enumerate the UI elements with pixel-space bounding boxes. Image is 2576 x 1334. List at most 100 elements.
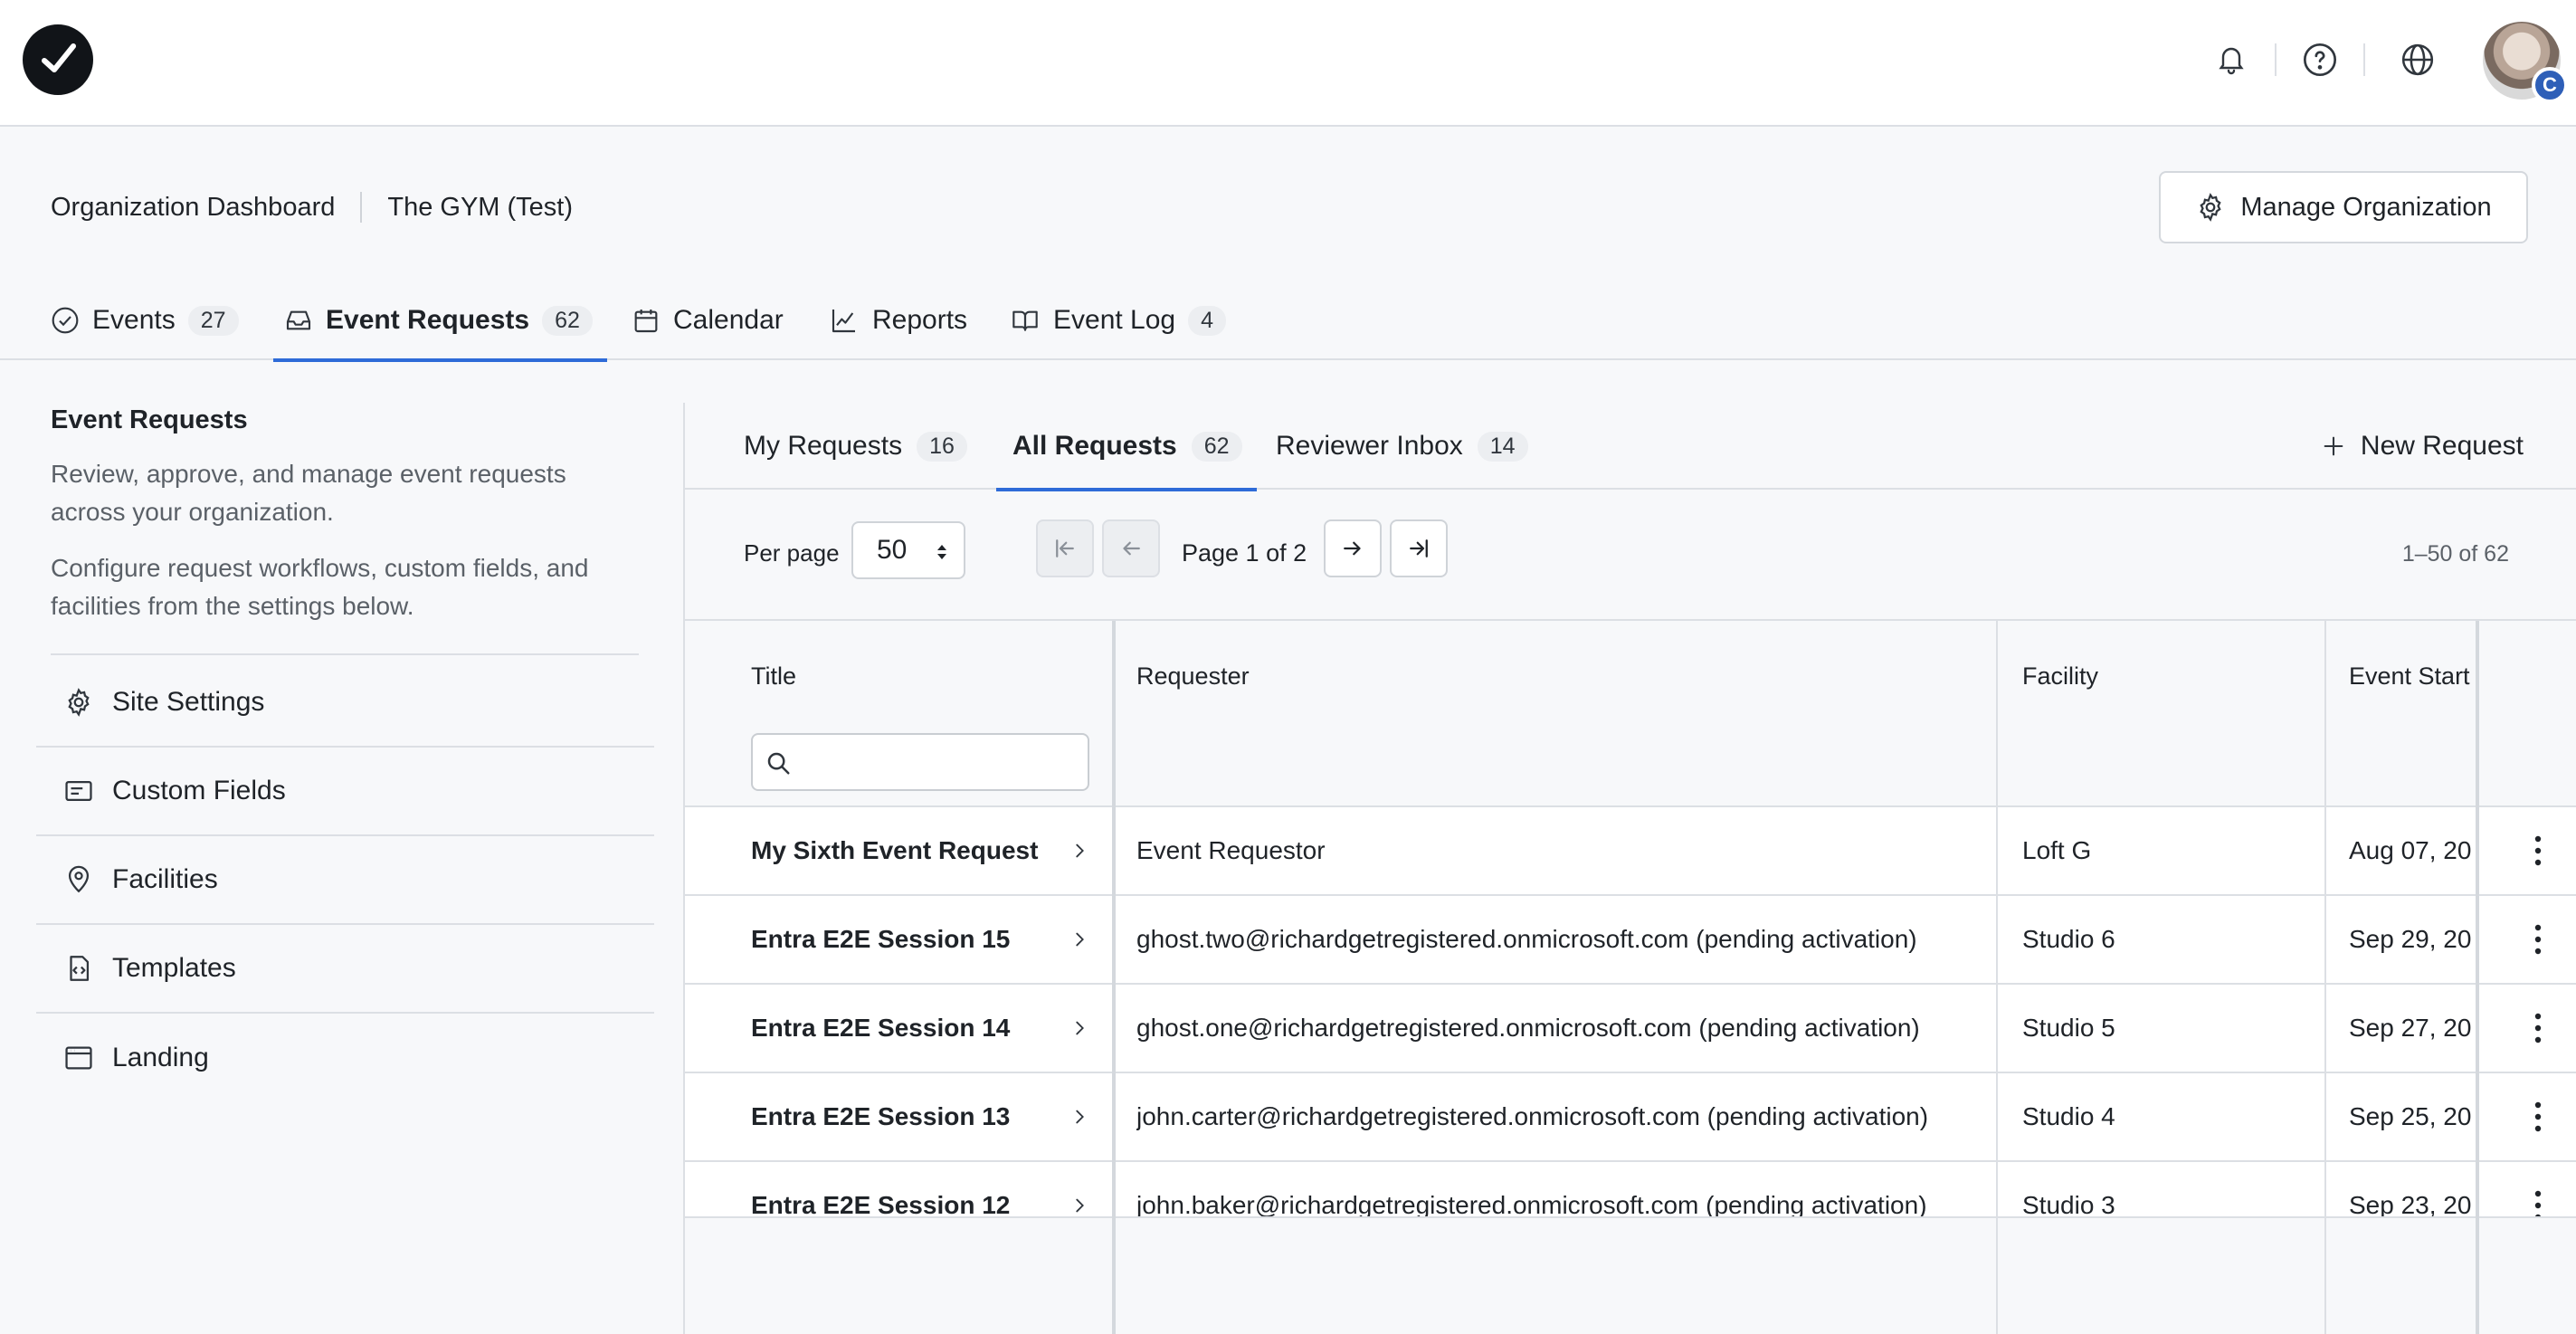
table-row[interactable]: Entra E2E Session 15 ghost.two@richardge… <box>685 896 2576 985</box>
requests-panel: My Requests 16 All Requests 62 Reviewer … <box>683 403 2576 1334</box>
tab-reports[interactable]: Reports <box>829 281 967 360</box>
arrow-right-icon <box>1344 541 1361 556</box>
more-vertical-icon[interactable] <box>2513 896 2563 983</box>
map-pin-icon <box>63 864 94 895</box>
tab-events[interactable]: Events 27 <box>51 281 239 360</box>
column-divider <box>1112 621 1116 1334</box>
count-badge: 62 <box>542 305 593 336</box>
tab-event-log[interactable]: Event Log 4 <box>1010 281 1227 360</box>
per-page-select[interactable]: 50 <box>851 521 965 579</box>
count-badge: 62 <box>1191 431 1242 462</box>
title-cell[interactable]: My Sixth Event Request <box>751 807 1089 894</box>
next-page-button[interactable] <box>1324 519 1382 577</box>
checkmark-logo-icon[interactable] <box>23 24 93 95</box>
bell-icon[interactable] <box>2211 40 2251 80</box>
table-row[interactable]: Entra E2E Session 14 ghost.one@richardge… <box>685 985 2576 1073</box>
more-vertical-icon[interactable] <box>2513 807 2563 894</box>
book-icon <box>1010 306 1041 335</box>
request-title: Entra E2E Session 15 <box>751 925 1011 953</box>
more-vertical-icon[interactable] <box>2513 1073 2563 1160</box>
table-row[interactable]: My Sixth Event Request Event Requestor L… <box>685 807 2576 896</box>
column-header-facility[interactable]: Facility <box>2022 662 2098 691</box>
left-panel-description: Review, approve, and manage event reques… <box>51 460 566 526</box>
tab-calendar[interactable]: Calendar <box>632 281 784 360</box>
tab-event-requests[interactable]: Event Requests 62 <box>273 281 607 362</box>
request-title: Entra E2E Session 13 <box>751 1102 1011 1130</box>
request-tabs: My Requests 16 All Requests 62 Reviewer … <box>685 403 2576 491</box>
browser-window-icon <box>63 1043 94 1073</box>
column-header-requester[interactable]: Requester <box>1136 662 1250 691</box>
tab-label: All Requests <box>1012 431 1177 461</box>
per-page-label: Per page <box>744 539 840 567</box>
help-circle-icon[interactable] <box>2300 40 2340 80</box>
event-start-cell: Aug 07, 20 <box>2349 836 2472 864</box>
avatar[interactable]: C <box>2483 22 2568 103</box>
count-badge: 27 <box>187 305 239 336</box>
request-title: My Sixth Event Request <box>751 836 1039 864</box>
sidebar-item-label: Landing <box>112 1043 209 1072</box>
chevron-right-icon <box>1069 929 1089 949</box>
new-request-label: New Request <box>2360 431 2524 461</box>
column-header-event-start[interactable]: Event Start <box>2349 662 2476 691</box>
column-header-title[interactable]: Title <box>751 662 796 691</box>
tab-label: Calendar <box>673 305 784 335</box>
title-cell[interactable]: Entra E2E Session 15 <box>751 896 1089 983</box>
facility-cell: Loft G <box>2022 836 2092 864</box>
requester-cell: ghost.two@richardgetregistered.onmicroso… <box>1136 925 1917 953</box>
sidebar-item-templates[interactable]: Templates <box>36 925 654 1014</box>
sidebar-item-landing[interactable]: Landing <box>36 1014 654 1102</box>
sidebar-item-facilities[interactable]: Facilities <box>36 836 654 925</box>
chevron-right-icon <box>1069 1196 1089 1215</box>
tab-label: Event Log <box>1053 305 1176 335</box>
left-panel-description-settings: Configure request workflows, custom fiel… <box>51 554 589 620</box>
tab-my-requests[interactable]: My Requests 16 <box>744 403 967 490</box>
arrow-left-icon <box>1123 541 1140 556</box>
file-code-icon <box>63 953 94 984</box>
sidebar-item-site-settings[interactable]: Site Settings <box>36 659 654 748</box>
globe-icon[interactable] <box>2398 40 2438 80</box>
request-title: Entra E2E Session 14 <box>751 1014 1011 1042</box>
table-row[interactable]: Entra E2E Session 13 john.carter@richard… <box>685 1073 2576 1162</box>
tab-label: Events <box>92 305 176 335</box>
per-page-value: 50 <box>877 535 908 565</box>
requester-cell: ghost.one@richardgetregistered.onmicroso… <box>1136 1014 1920 1042</box>
tab-reviewer-inbox[interactable]: Reviewer Inbox 14 <box>1276 403 1528 490</box>
count-badge: 4 <box>1188 305 1227 336</box>
first-page-button[interactable] <box>1036 519 1094 577</box>
topbar-divider <box>2363 43 2365 76</box>
event-start-cell: Sep 27, 20 <box>2349 1014 2472 1042</box>
title-search-input[interactable] <box>751 733 1089 791</box>
gear-icon <box>2195 192 2226 223</box>
tab-label: My Requests <box>744 431 903 461</box>
select-arrows-icon <box>935 541 949 563</box>
calendar-icon <box>632 306 661 335</box>
pagination-bar: Per page 50 Page 1 of 2 1–50 of 62 <box>685 490 2576 621</box>
tab-label: Reports <box>872 305 968 335</box>
new-request-button[interactable]: New Request <box>2321 403 2524 490</box>
facility-cell: Studio 6 <box>2022 925 2115 953</box>
topbar-divider <box>2275 43 2277 76</box>
previous-page-button[interactable] <box>1102 519 1160 577</box>
first-page-icon <box>1056 539 1074 557</box>
more-vertical-icon[interactable] <box>2513 985 2563 1072</box>
manage-organization-label: Manage Organization <box>2240 192 2492 222</box>
sidebar-item-custom-fields[interactable]: Custom Fields <box>36 748 654 836</box>
tab-all-requests[interactable]: All Requests 62 <box>996 403 1257 491</box>
title-cell[interactable]: Entra E2E Session 13 <box>751 1073 1089 1160</box>
title-cell[interactable]: Entra E2E Session 14 <box>751 985 1089 1072</box>
result-range: 1–50 of 62 <box>2401 541 2509 567</box>
table-footer <box>685 1216 2576 1334</box>
left-panel-divider <box>51 653 639 655</box>
breadcrumb-root[interactable]: Organization Dashboard <box>51 193 335 223</box>
count-badge: 14 <box>1477 431 1528 462</box>
gear-icon <box>63 687 94 718</box>
plus-icon <box>2321 434 2346 459</box>
avatar-badge: C <box>2532 67 2568 103</box>
sidebar-item-label: Site Settings <box>112 687 265 717</box>
last-page-button[interactable] <box>1390 519 1448 577</box>
column-divider <box>2476 621 2479 1334</box>
search-icon <box>765 749 792 777</box>
left-panel-title: Event Requests <box>51 405 248 434</box>
manage-organization-button[interactable]: Manage Organization <box>2159 171 2528 243</box>
requester-cell: john.carter@richardgetregistered.onmicro… <box>1136 1102 1929 1130</box>
